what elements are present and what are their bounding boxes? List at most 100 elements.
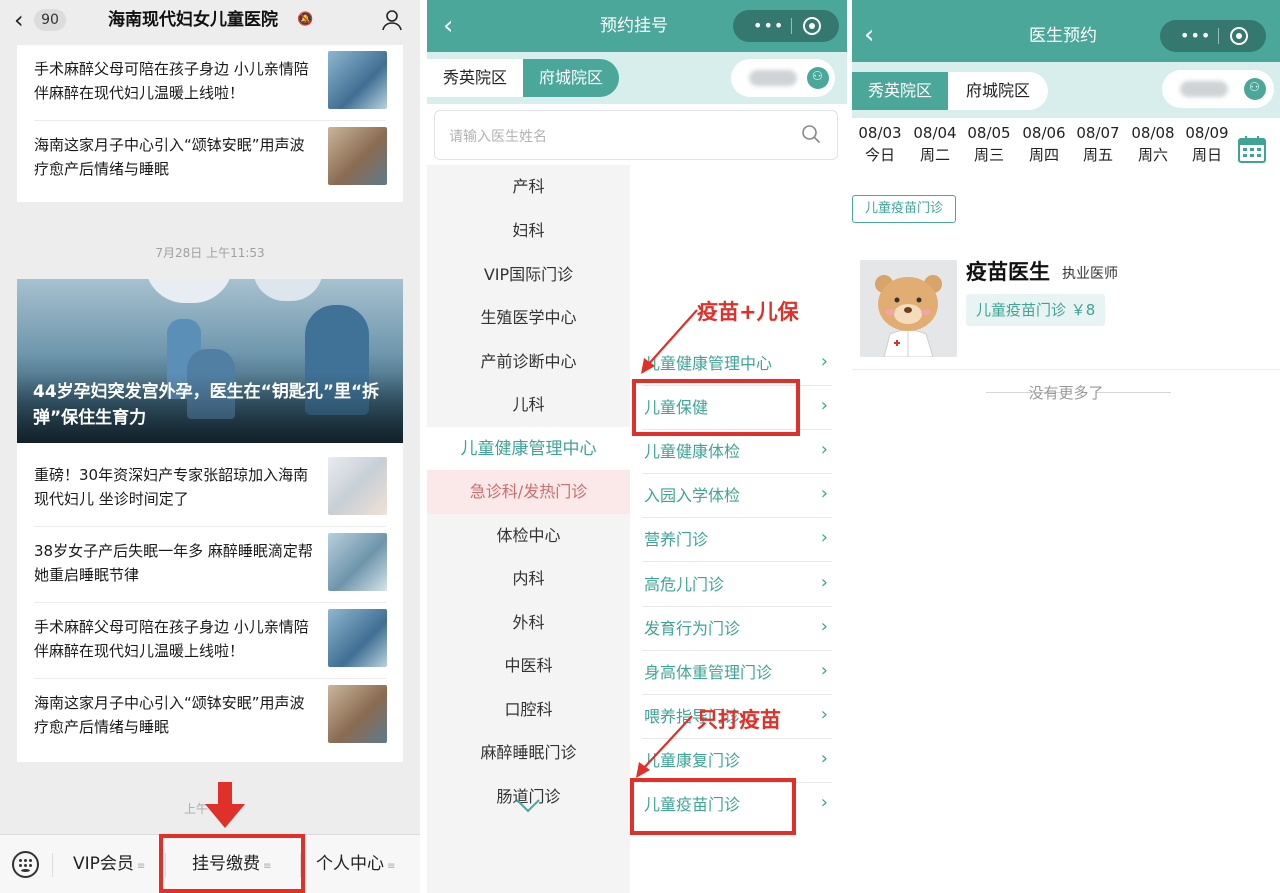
date-item[interactable]: 08/07 周五 [1073,122,1123,166]
red-arrow-icon [205,782,245,828]
doctor-header: ‹ 医生预约 ••• [852,0,1280,62]
department-item[interactable]: 外科 [427,601,630,645]
news-item-title: 手术麻醉父母可陪在孩子身边 小儿亲情陪伴麻醉在现代妇儿温暖上线啦！ [34,618,309,660]
page-title: 海南现代妇女儿童医院 [108,10,278,30]
clinic-filter-chip[interactable]: 儿童疫苗门诊 [852,195,956,223]
branch-tabs: 秀英院区 府城院区 ⚇ [852,62,1280,118]
back-chevron-icon[interactable]: ‹ [864,22,874,48]
highlight-box [630,778,796,835]
search-input[interactable]: 请输入医生姓名 [449,126,547,146]
news-item[interactable]: 手术麻醉父母可陪在孩子身边 小儿亲情陪伴麻醉在现代妇儿温暖上线啦！ [17,45,403,121]
weekday-label: 周二 [919,146,950,164]
chevron-right-icon: › [820,660,828,681]
news-card-main: 44岁孕妇突发宫外孕，医生在“钥匙孔”里“拆弹”保住生育力 重磅！30年资深妇产… [17,279,403,762]
news-item-title: 手术麻醉父母可陪在孩子身边 小儿亲情陪伴麻醉在现代妇儿温暖上线啦！ [34,60,309,102]
doctor-panel: ‹ 医生预约 ••• 秀英院区 府城院区 ⚇ 08/03 今日 08/04 周二 [852,0,1280,893]
department-item[interactable]: VIP国际门诊 [427,253,630,297]
doctor-card[interactable]: 疫苗医生 执业医师 儿童疫苗门诊 ￥8 [852,250,1280,370]
more-dots-icon[interactable]: ••• [1180,26,1211,45]
unread-count-badge[interactable]: 90 [34,9,66,31]
department-item[interactable]: 内科 [427,557,630,601]
divider [1218,28,1219,44]
date-item[interactable]: 08/03 今日 [855,122,905,166]
tab-fucheng[interactable]: 府城院区 [948,72,1048,110]
sub-department-item[interactable]: 身高体重管理门诊 › [642,651,832,695]
department-item-emergency[interactable]: 急诊科/发热门诊 [427,470,630,514]
chevron-right-icon: › [820,439,828,460]
date-item[interactable]: 08/08 周六 [1128,122,1178,166]
sub-department-item[interactable]: 发育行为门诊 › [642,607,832,651]
hero-article[interactable]: 44岁孕妇突发宫外孕，医生在“钥匙孔”里“拆弹”保住生育力 [17,279,403,443]
back-chevron-icon[interactable]: ‹ [443,13,453,39]
department-item[interactable]: 麻醉睡眠门诊 [427,731,630,775]
sub-department-label: 高危儿门诊 [644,575,725,594]
chevron-right-icon: › [820,748,828,769]
date-item[interactable]: 08/06 周四 [1019,122,1069,166]
close-circle-icon[interactable] [1230,27,1248,45]
department-item[interactable]: 妇科 [427,209,630,253]
calendar-icon[interactable] [1237,134,1267,164]
user-switch[interactable]: ⚇ [731,59,835,97]
sub-department-item[interactable]: 高危儿门诊 › [642,563,832,607]
chevron-right-icon: › [820,572,828,593]
department-item[interactable]: 儿科 [427,383,630,427]
date-item[interactable]: 08/05 周三 [964,122,1014,166]
news-item-title: 重磅！30年资深妇产专家张韶琼加入海南现代妇儿 坐诊时间定了 [34,466,309,508]
sub-department-item[interactable]: 营养门诊 › [642,518,832,562]
tab-xiuying[interactable]: 秀英院区 [852,72,948,110]
news-thumbnail [328,127,387,185]
doctor-search[interactable]: 请输入医生姓名 [434,110,838,160]
chevron-down-icon[interactable] [513,796,543,816]
news-item-title: 38岁女子产后失眠一年多 麻醉睡眠滴定帮她重启睡眠节律 [34,542,313,584]
booking-panel: ‹ 预约挂号 ••• 秀英院区 府城院区 ⚇ 请输入医生姓名 产科 妇科 VIP… [427,0,847,893]
date-item[interactable]: 08/09 周日 [1182,122,1232,166]
department-item[interactable]: 体检中心 [427,514,630,558]
weekday-label: 周四 [1028,146,1059,164]
chevron-right-icon: › [820,616,828,637]
highlight-box [159,834,305,893]
sub-department-label: 发育行为门诊 [644,619,741,638]
sub-department-item[interactable]: 入园入学体检 › [642,474,832,518]
news-item[interactable]: 38岁女子产后失眠一年多 麻醉睡眠滴定帮她重启睡眠节律 [17,527,403,603]
date-label: 08/03 [858,124,902,142]
department-item[interactable]: 生殖医学中心 [427,296,630,340]
sub-department-label: 儿童健康体检 [644,442,741,461]
news-card-top: 手术麻醉父母可陪在孩子身边 小儿亲情陪伴麻醉在现代妇儿温暖上线啦！ 海南这家月子… [17,45,403,202]
back-chevron-icon[interactable]: ‹ [14,8,24,32]
date-label: 08/05 [967,124,1011,142]
news-item[interactable]: 海南这家月子中心引入“颂钵安眠”用声波疗愈产后情绪与睡眠 [17,679,403,755]
date-label: 08/09 [1185,124,1229,142]
close-circle-icon[interactable] [803,17,821,35]
hero-image-lamp [145,279,233,303]
composite-screenshot: ‹ 90 海南现代妇女儿童医院 🔕 手术麻醉父母可陪在孩子身边 小儿亲情陪伴麻醉… [0,0,1280,893]
news-item[interactable]: 海南这家月子中心引入“颂钵安眠”用声波疗愈产后情绪与睡眠 [17,121,403,197]
highlight-box [632,379,800,436]
menu-vip[interactable]: VIP会员 ≡ [73,853,145,878]
news-item[interactable]: 重磅！30年资深妇产专家张韶琼加入海南现代妇儿 坐诊时间定了 [17,451,403,527]
bear-avatar-icon [860,260,957,357]
chat-header: ‹ 90 海南现代妇女儿童医院 🔕 [0,0,420,42]
department-item[interactable]: 产前诊断中心 [427,340,630,384]
tab-xiuying[interactable]: 秀英院区 [427,59,523,97]
news-item[interactable]: 手术麻醉父母可陪在孩子身边 小儿亲情陪伴麻醉在现代妇儿温暖上线啦！ [17,603,403,679]
keyboard-icon[interactable] [12,851,39,878]
department-item-active[interactable]: 儿童健康管理中心 [427,427,630,471]
tab-fucheng[interactable]: 府城院区 [523,59,619,97]
news-thumbnail [328,685,387,743]
date-item[interactable]: 08/04 周二 [910,122,960,166]
news-thumbnail [328,457,387,515]
user-icon[interactable] [380,8,404,32]
user-switch[interactable]: ⚇ [1162,70,1274,108]
sub-department-item[interactable]: 儿童健康体检 › [642,430,832,474]
branch-tabs: 秀英院区 府城院区 ⚇ [427,52,847,104]
menu-personal-center[interactable]: 个人中心 ≡ [316,853,395,878]
department-list: 产科 妇科 VIP国际门诊 生殖医学中心 产前诊断中心 儿科 儿童健康管理中心 … [427,165,630,893]
department-item[interactable]: 口腔科 [427,688,630,732]
department-item[interactable]: 中医科 [427,644,630,688]
department-item[interactable]: 产科 [427,165,630,209]
more-dots-icon[interactable]: ••• [753,16,784,35]
divider [791,18,792,34]
user-icon: ⚇ [1244,78,1266,100]
weekday-label: 周六 [1137,146,1168,164]
clinic-fee-badge: 儿童疫苗门诊 ￥8 [966,294,1106,326]
